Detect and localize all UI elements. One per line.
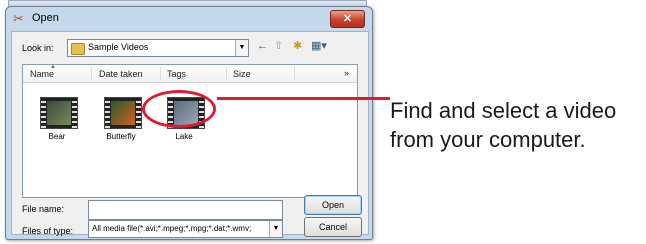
file-list[interactable]: ▲ Name Date taken Tags Size » Bear Butte… (22, 64, 358, 198)
title-bar: ✂ Open ✕ (6, 7, 372, 31)
column-divider (294, 67, 295, 80)
column-size[interactable]: Size (233, 69, 251, 79)
file-name-label: Bear (48, 132, 66, 141)
open-button[interactable]: Open (304, 195, 362, 215)
close-button[interactable]: ✕ (330, 10, 365, 28)
column-divider (91, 67, 92, 80)
file-type-value: All media file(*.avi;*.mpeg;*.mpg;*.dat;… (92, 224, 252, 233)
look-in-value: Sample Videos (88, 42, 149, 52)
callout-line-1: Find and select a video (390, 98, 617, 123)
back-arrow-icon[interactable]: ← (257, 40, 268, 52)
callout-pointer-line (217, 97, 390, 100)
column-tags[interactable]: Tags (167, 69, 186, 79)
video-thumbnail-icon (104, 97, 142, 129)
file-type-field-label: Files of type: (22, 226, 74, 236)
callout-line-2: from your computer. (390, 127, 586, 152)
view-menu-icon[interactable]: ▦▾ (311, 40, 327, 52)
cancel-button[interactable]: Cancel (304, 217, 362, 237)
chevron-down-icon[interactable]: ▼ (235, 40, 248, 56)
up-folder-icon[interactable]: ⇧ (274, 40, 283, 52)
app-icon: ✂ (13, 11, 24, 26)
new-folder-icon[interactable]: ✱ (293, 40, 302, 52)
file-name-label: Lake (175, 132, 193, 141)
file-name-field-label: File name: (22, 204, 65, 214)
highlight-circle (142, 90, 216, 128)
folder-icon (71, 43, 85, 55)
chevron-down-icon[interactable]: ▼ (269, 221, 282, 237)
dialog-body: Look in: Sample Videos ▼ ← ⇧ ✱ ▦▾ ▲ Name… (11, 31, 369, 238)
instruction-callout: Find and select a video from your comput… (390, 96, 646, 154)
dialog-title: Open (32, 12, 59, 24)
file-name-input[interactable] (88, 200, 283, 220)
look-in-dropdown[interactable]: Sample Videos ▼ (67, 39, 249, 57)
file-item-butterfly[interactable]: Butterfly (97, 89, 145, 149)
column-divider (160, 67, 161, 80)
column-header: ▲ Name Date taken Tags Size » (23, 64, 357, 83)
column-name[interactable]: Name (30, 69, 54, 79)
column-divider (226, 67, 227, 80)
look-in-label: Look in: (22, 43, 54, 53)
file-item-bear[interactable]: Bear (33, 89, 81, 149)
file-type-dropdown[interactable]: All media file(*.avi;*.mpeg;*.mpg;*.dat;… (88, 220, 283, 238)
video-thumbnail-icon (40, 97, 78, 129)
more-columns-icon[interactable]: » (344, 68, 349, 78)
file-name-label: Butterfly (106, 132, 136, 141)
column-date-taken[interactable]: Date taken (99, 69, 143, 79)
